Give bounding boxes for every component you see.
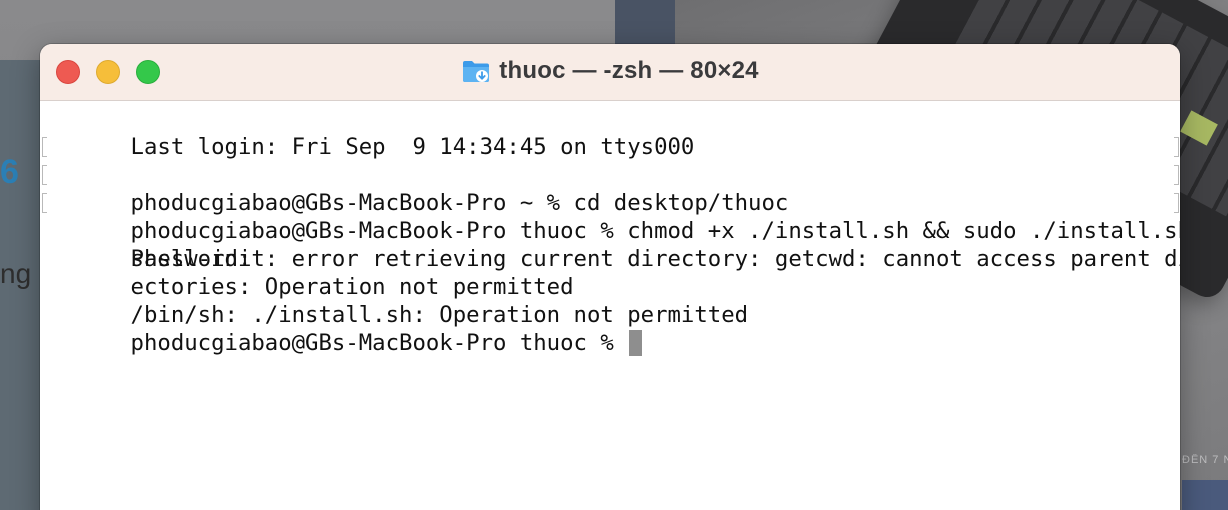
- folder-download-icon: [461, 56, 491, 86]
- terminal-line: Last login: Fri Sep 9 14:34:45 on ttys00…: [50, 105, 1180, 160]
- command-mark-left: [42, 137, 47, 157]
- command-mark-left: [42, 165, 47, 185]
- terminal-line: ectories: Operation not permitted: [50, 245, 1180, 300]
- terminal-output[interactable]: Last login: Fri Sep 9 14:34:45 on ttys00…: [40, 101, 1180, 356]
- terminal-window[interactable]: thuoc — -zsh — 80×24 Last login: Fri Sep…: [40, 44, 1180, 510]
- background-partial-text: 6: [0, 153, 19, 191]
- terminal-line: phoducgiabao@GBs-MacBook-Pro ~ % cd desk…: [42, 133, 1180, 216]
- command-mark-right: [1174, 165, 1179, 185]
- window-title-group: thuoc — -zsh — 80×24: [40, 56, 1180, 86]
- background-partial-text: ng: [0, 258, 32, 289]
- terminal-line: shell-init: error retrieving current dir…: [50, 217, 1180, 272]
- terminal-line: Password:: [42, 189, 1180, 272]
- terminal-prompt-line[interactable]: phoducgiabao@GBs-MacBook-Pro thuoc %: [50, 301, 1180, 356]
- background-corner: [1182, 480, 1228, 510]
- command-mark-right: [1174, 137, 1179, 157]
- terminal-line: phoducgiabao@GBs-MacBook-Pro thuoc % chm…: [42, 161, 1180, 244]
- background-caption: ĐẾN 7 N: [1182, 454, 1228, 466]
- terminal-line: /bin/sh: ./install.sh: Operation not per…: [50, 273, 1180, 328]
- window-title: thuoc — -zsh — 80×24: [499, 57, 759, 84]
- command-mark-right: [1174, 193, 1179, 213]
- text-cursor[interactable]: [629, 330, 643, 356]
- command-mark-left: [42, 193, 47, 213]
- terminal-prompt: phoducgiabao@GBs-MacBook-Pro thuoc %: [130, 330, 628, 356]
- title-bar[interactable]: thuoc — -zsh — 80×24: [40, 44, 1180, 101]
